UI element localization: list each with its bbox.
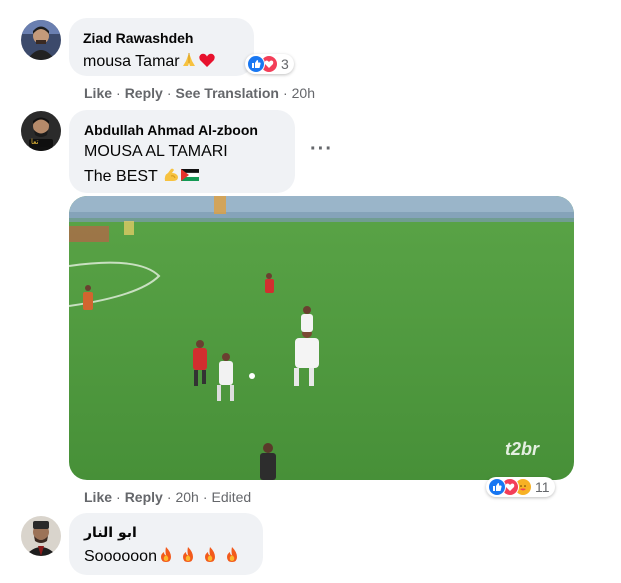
comment-author[interactable]: Abdullah Ahmad Al-zboon [84, 122, 258, 138]
video-watermark: t2br [505, 439, 540, 459]
fire-emoji [179, 546, 197, 564]
edited-label: Edited [211, 489, 252, 505]
comment-author[interactable]: Ziad Rawashdeh [83, 30, 193, 46]
separator-dot: · [202, 489, 208, 505]
comment-text-content: The BEST [84, 168, 158, 185]
reaction-count: 3 [281, 56, 289, 72]
comment-text: mousa Tamar [83, 51, 216, 71]
avatar-ziad-rawashdeh[interactable] [21, 20, 61, 60]
separator-dot: · [166, 489, 172, 505]
reply-link[interactable]: Reply [125, 85, 163, 101]
palestine-flag-emoji [180, 166, 200, 184]
like-reaction-icon [247, 55, 265, 73]
comment-text-line1: MOUSA AL TAMARI [84, 143, 228, 160]
comment-text-content: mousa Tamar [83, 53, 180, 70]
timestamp[interactable]: 20h [292, 85, 315, 101]
like-reaction-icon [488, 478, 506, 496]
avatar-caption: تعا [31, 138, 39, 146]
more-options-icon[interactable]: ··· [310, 138, 333, 161]
reaction-count: 11 [535, 479, 550, 495]
comment-actions: Like · Reply · See Translation · 20h [84, 85, 315, 101]
timestamp[interactable]: 20h [175, 489, 198, 505]
fire-emoji [201, 546, 219, 564]
praying-hands-emoji [180, 51, 198, 69]
avatar-abu-alnar[interactable] [21, 516, 61, 556]
like-link[interactable]: Like [84, 85, 112, 101]
separator-dot: · [116, 85, 121, 101]
avatar-abdullah-ahmad-al-zboon[interactable]: تعا [21, 111, 61, 151]
separator-dot: · [166, 85, 172, 101]
red-heart-emoji [198, 51, 216, 69]
like-link[interactable]: Like [84, 489, 112, 505]
flexed-biceps-emoji [162, 166, 180, 184]
comment-text: Soooooon [84, 546, 241, 566]
video-attachment[interactable]: t2br [69, 196, 574, 480]
reply-link[interactable]: Reply [125, 489, 163, 505]
see-translation-link[interactable]: See Translation [175, 85, 278, 101]
fire-emoji [223, 546, 241, 564]
separator-dot: · [282, 85, 288, 101]
reaction-summary[interactable]: 11 [486, 477, 555, 497]
comment-text-line2: The BEST [84, 166, 200, 186]
comment-author[interactable]: ابو النار [84, 525, 137, 541]
separator-dot: · [116, 489, 121, 505]
comment-text-content: Soooooon [84, 548, 157, 565]
fire-emoji [157, 546, 175, 564]
comment-actions: Like · Reply · 20h · Edited [84, 489, 251, 505]
reaction-summary[interactable]: 3 [245, 54, 294, 74]
